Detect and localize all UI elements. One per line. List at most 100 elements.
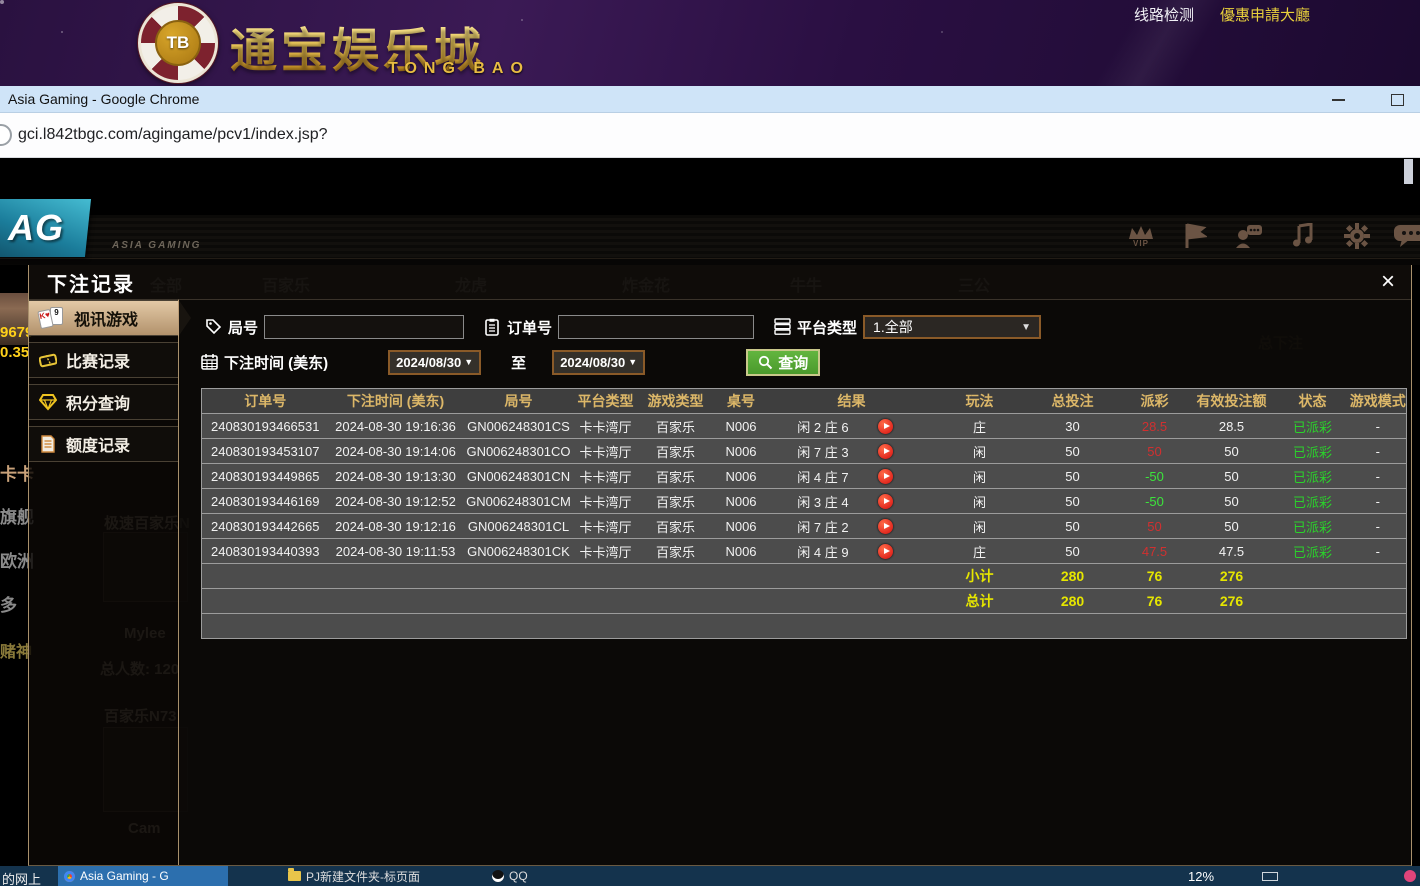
table-row: 2408301934498652024-08-30 19:13:30GN0062… [202,464,1407,489]
bet-table-body: 2408301934665312024-08-30 19:16:36GN0062… [202,414,1407,639]
result-cell: 闲 2 庄 6 [768,414,936,439]
maximize-button[interactable] [1391,94,1404,106]
settings-gear-icon[interactable] [1342,221,1372,251]
subtotal-row: 小计28076276 [202,564,1407,589]
chrome-icon [64,871,75,882]
result-cell: 闲 7 庄 2 [768,514,936,539]
cell: 47.5 [1188,539,1276,564]
play-video-button[interactable] [878,469,893,484]
customer-service-icon[interactable] [1234,221,1264,251]
column-header: 订单号 [202,389,329,414]
round-no-input[interactable] [264,315,464,339]
music-icon[interactable] [1288,221,1318,251]
cell: 28.5 [1122,414,1188,439]
cell: 百家乐 [637,414,715,439]
minimize-button[interactable] [1332,99,1345,101]
cell: 276 [1188,564,1276,589]
cell: 240830193449865 [202,464,329,489]
cell: 小计 [936,564,1024,589]
taskbar-qq-label: QQ [509,869,528,883]
url-text[interactable]: gci.l842tbgc.com/agingame/pcv1/index.jsp… [18,126,328,144]
table-row: 2408301934665312024-08-30 19:16:36GN0062… [202,414,1407,439]
result-text: 闲 4 庄 9 [768,542,879,561]
play-video-button[interactable] [878,544,893,559]
table-row: 2408301934531072024-08-30 19:14:06GN0062… [202,439,1407,464]
cell [637,564,715,589]
taskbar-qq-item[interactable]: QQ [492,866,528,886]
promo-hall-link[interactable]: 優惠申請大廳 [1220,4,1310,25]
empty-row [202,614,1407,639]
taskbar-active-chrome[interactable]: Asia Gaming - G [58,866,228,886]
sidebar-item-quota-records[interactable]: 额度记录 [29,426,178,462]
result-text: 闲 4 庄 7 [768,467,879,486]
play-video-button[interactable] [878,444,893,459]
line-check-link[interactable]: 线路检测 [1134,4,1194,25]
close-icon[interactable]: × [1381,272,1395,292]
chrome-titlebar: Asia Gaming - Google Chrome [0,86,1420,113]
cell: 庄 [936,539,1024,564]
scrollbar-fragment[interactable] [1404,159,1413,184]
qq-icon [492,870,504,882]
vip-icon[interactable]: VIP [1126,221,1156,251]
cell [1024,614,1122,639]
cell: 2024-08-30 19:12:16 [329,514,463,539]
cell [463,614,575,639]
cell: N006 [715,514,768,539]
playing-cards-icon: 9K♥ [39,306,65,330]
cell: 已派彩 [1276,539,1350,564]
cell: 76 [1122,589,1188,614]
cell: 276 [1188,589,1276,614]
platform-type-select[interactable]: 1.全部 ▼ [863,315,1041,339]
cell [715,614,768,639]
cell: 闲 [936,439,1024,464]
modal-sidebar: 9K♥ 视讯游戏 比赛记录 积分查询 [29,300,179,865]
cell: 百家乐 [637,464,715,489]
order-no-input[interactable] [558,315,754,339]
cell [202,589,329,614]
cell: N006 [715,414,768,439]
date-to-picker[interactable]: 2024/08/30 ▼ [552,350,645,375]
sidebar-item-match-records[interactable]: 比赛记录 [29,342,178,378]
search-button[interactable]: 查询 [746,349,820,376]
cell: 28.5 [1188,414,1276,439]
play-video-button[interactable] [878,419,893,434]
cell [463,564,575,589]
bet-time-label: 下注时间 (美东) [224,352,328,373]
cell: 卡卡湾厅 [575,489,637,514]
play-video-button[interactable] [878,494,893,509]
cell: - [1350,414,1407,439]
ag-logo: AG [0,199,91,257]
laptop-icon[interactable] [1262,872,1278,881]
flag-icon[interactable] [1180,221,1210,251]
diamond-icon [39,393,57,411]
banner-links: 线路检测 優惠申請大廳 [1134,4,1310,25]
cell: - [1350,514,1407,539]
date-from-picker[interactable]: 2024/08/30 ▼ [388,350,481,375]
cell [575,589,637,614]
taskbar-app-label: Asia Gaming - G [80,869,169,883]
date-to-value: 2024/08/30 [560,355,625,370]
tray-pink-icon[interactable] [1404,870,1416,882]
cell: - [1350,489,1407,514]
battery-percent: 12% [1188,869,1214,884]
tongbao-chip-logo: TB [138,3,218,83]
cell [463,589,575,614]
column-header: 有效投注额 [1188,389,1276,414]
column-header: 游戏类型 [637,389,715,414]
order-no-label: 订单号 [507,317,552,338]
cell: 280 [1024,564,1122,589]
sidebar-item-label: 积分查询 [66,390,130,414]
cell: 30 [1024,414,1122,439]
sidebar-item-points-query[interactable]: 积分查询 [29,384,178,420]
cell [329,564,463,589]
taskbar-folder-item[interactable]: PJ新建文件夹-标页面 [288,866,420,886]
sidebar-item-video-games[interactable]: 9K♥ 视讯游戏 [29,300,178,336]
play-video-button[interactable] [878,519,893,534]
chat-icon[interactable] [1396,221,1420,251]
cell: 卡卡湾厅 [575,539,637,564]
cell: N006 [715,439,768,464]
cell [1276,614,1350,639]
chrome-urlbar[interactable]: gci.l842tbgc.com/agingame/pcv1/index.jsp… [0,113,1420,158]
platform-list-icon [774,318,792,336]
cell [715,564,768,589]
